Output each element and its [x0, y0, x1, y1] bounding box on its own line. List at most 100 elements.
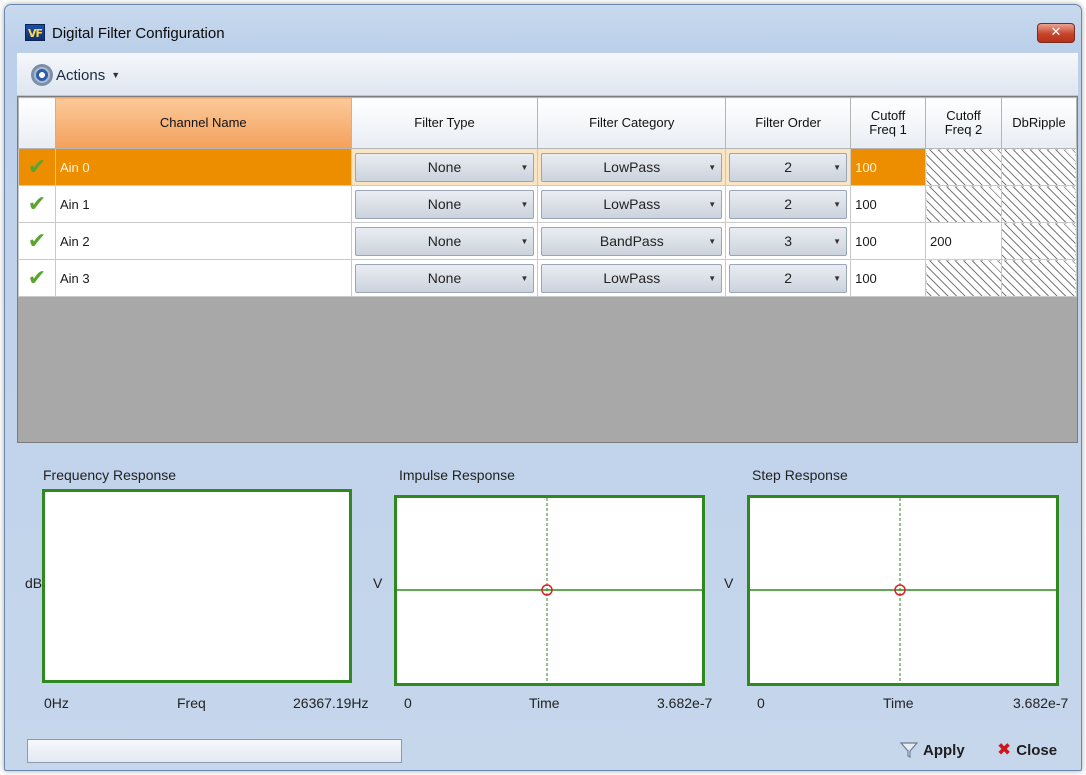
filter-order-dropdown[interactable]: 2 ▼ [729, 263, 848, 293]
filter-type-cell: None ▼ [350, 185, 539, 223]
close-icon: ✖ [997, 740, 1012, 759]
channel-name-cell[interactable]: Ain 1 [54, 185, 352, 223]
chevron-down-icon: ▼ [520, 273, 529, 283]
col-header-status[interactable] [18, 97, 56, 149]
filter-order-dropdown[interactable]: 3 ▼ [729, 226, 848, 256]
actions-menu-button[interactable]: Actions ▼ [31, 64, 120, 86]
dbripple-cell [1000, 148, 1078, 186]
chevron-down-icon: ▼ [833, 273, 842, 283]
col-header-dbripple[interactable]: DbRipple [1000, 97, 1078, 149]
step-response-xmin: 0 [757, 695, 765, 711]
cutoff-freq-2-cell [925, 259, 1002, 297]
frequency-response-xlabel: Freq [177, 695, 206, 711]
chevron-down-icon: ▼ [708, 273, 717, 283]
impulse-response-xmax: 3.682e-7 [657, 695, 713, 711]
cutoff-freq-2-cell [925, 148, 1002, 186]
dbripple-cell [1000, 259, 1078, 297]
impulse-response-ylabel: V [373, 575, 383, 591]
table-row[interactable]: ✔ Ain 2 None ▼ BandPass ▼ 3 ▼ 100 200 [18, 222, 1078, 260]
apply-button[interactable]: Apply [899, 740, 965, 760]
step-response-xmax: 3.682e-7 [1013, 695, 1069, 711]
dbripple-cell [1000, 222, 1078, 260]
filter-order-dropdown[interactable]: 2 ▼ [729, 189, 848, 219]
filter-type-dropdown[interactable]: None ▼ [354, 226, 535, 256]
filter-type-dropdown[interactable]: None ▼ [354, 189, 535, 219]
channel-name-cell[interactable]: Ain 2 [54, 222, 352, 260]
col-header-cutoff-freq-1[interactable]: Cutoff Freq 1 [850, 97, 927, 149]
step-response-svg [750, 498, 1056, 683]
dialog-window: VF Digital Filter Configuration ✕ Action… [4, 4, 1082, 771]
frequency-response-ylabel: dB [25, 575, 43, 591]
chevron-down-icon: ▼ [520, 162, 529, 172]
filter-type-value: None [427, 158, 462, 175]
response-charts: Frequency Response dB 0Hz Freq 26367.19H… [17, 445, 1078, 735]
impulse-response-xmin: 0 [404, 695, 412, 711]
close-label: Close [1016, 741, 1058, 759]
app-icon: VF [25, 24, 45, 41]
toolbar: Actions ▼ [17, 53, 1078, 96]
chevron-down-icon: ▼ [708, 236, 717, 246]
filter-category-dropdown[interactable]: BandPass ▼ [541, 226, 723, 256]
col-header-cutoff-freq-2-line1: Cutoff [946, 108, 981, 123]
filter-category-dropdown[interactable]: LowPass ▼ [541, 152, 723, 182]
impulse-response-title: Impulse Response [399, 467, 515, 483]
table-row[interactable]: ✔ Ain 1 None ▼ LowPass ▼ 2 ▼ 100 [18, 185, 1078, 223]
filter-category-value: LowPass [603, 269, 661, 286]
row-status-cell: ✔ [18, 259, 56, 297]
filter-category-cell: LowPass ▼ [537, 148, 727, 186]
filter-type-cell: None ▼ [350, 148, 539, 186]
col-header-channel-name[interactable]: Channel Name [54, 97, 352, 149]
table-row[interactable]: ✔ Ain 3 None ▼ LowPass ▼ 2 ▼ 100 [18, 259, 1078, 297]
cutoff-freq-1-cell[interactable]: 100 [850, 222, 927, 260]
col-header-cutoff-freq-2[interactable]: Cutoff Freq 2 [925, 97, 1002, 149]
frequency-response-plot [42, 489, 352, 683]
filter-type-dropdown[interactable]: None ▼ [354, 263, 535, 293]
gear-icon [31, 64, 53, 86]
col-header-cutoff-freq-2-line2: Freq 2 [944, 122, 983, 137]
cutoff-freq-1-cell[interactable]: 100 [850, 259, 927, 297]
cutoff-freq-1-cell[interactable]: 100 [850, 148, 927, 186]
filter-icon [899, 742, 919, 758]
filter-order-value: 2 [784, 195, 793, 212]
cutoff-freq-1-cell[interactable]: 100 [850, 185, 927, 223]
row-status-cell: ✔ [18, 222, 56, 260]
apply-label: Apply [923, 741, 965, 759]
col-header-cutoff-freq-1-line2: Freq 1 [869, 122, 907, 137]
status-bar: Apply ✖ Close [17, 736, 1078, 768]
impulse-response-svg [397, 498, 702, 683]
col-header-cutoff-freq-1-line1: Cutoff [870, 108, 906, 123]
channel-grid: Channel Name Filter Type Filter Category… [17, 96, 1078, 443]
frequency-response-xmin: 0Hz [44, 695, 69, 711]
filter-order-cell: 2 ▼ [725, 148, 852, 186]
filter-type-value: None [427, 232, 462, 249]
channel-name-cell[interactable]: Ain 3 [54, 259, 352, 297]
channel-name-cell[interactable]: Ain 0 [54, 148, 352, 186]
filter-category-dropdown[interactable]: LowPass ▼ [541, 189, 723, 219]
status-field [27, 739, 402, 763]
title-bar[interactable]: VF Digital Filter Configuration ✕ [5, 5, 1081, 51]
actions-label: Actions [56, 66, 106, 84]
filter-category-dropdown[interactable]: LowPass ▼ [541, 263, 723, 293]
row-status-cell: ✔ [18, 148, 56, 186]
col-header-filter-type[interactable]: Filter Type [350, 97, 539, 149]
filter-type-cell: None ▼ [350, 222, 539, 260]
filter-type-cell: None ▼ [350, 259, 539, 297]
filter-order-value: 2 [784, 158, 793, 175]
filter-order-dropdown[interactable]: 2 ▼ [729, 152, 848, 182]
col-header-filter-category[interactable]: Filter Category [537, 97, 727, 149]
filter-type-value: None [427, 269, 462, 286]
table-row[interactable]: ✔ Ain 0 None ▼ LowPass ▼ 2 ▼ 100 [18, 148, 1078, 186]
frequency-response-xmax: 26367.19Hz [293, 695, 369, 711]
window-close-button[interactable]: ✕ [1037, 23, 1075, 43]
col-header-filter-order[interactable]: Filter Order [725, 97, 852, 149]
chevron-down-icon: ▼ [833, 199, 842, 209]
filter-type-dropdown[interactable]: None ▼ [354, 152, 535, 182]
filter-order-cell: 2 ▼ [725, 185, 852, 223]
filter-order-value: 3 [784, 232, 793, 249]
close-button[interactable]: ✖ Close [997, 740, 1057, 760]
impulse-response-xlabel: Time [529, 695, 560, 711]
filter-category-cell: BandPass ▼ [537, 222, 727, 260]
cutoff-freq-2-cell[interactable]: 200 [925, 222, 1002, 260]
filter-category-value: LowPass [603, 158, 661, 175]
frequency-response-title: Frequency Response [43, 467, 177, 483]
